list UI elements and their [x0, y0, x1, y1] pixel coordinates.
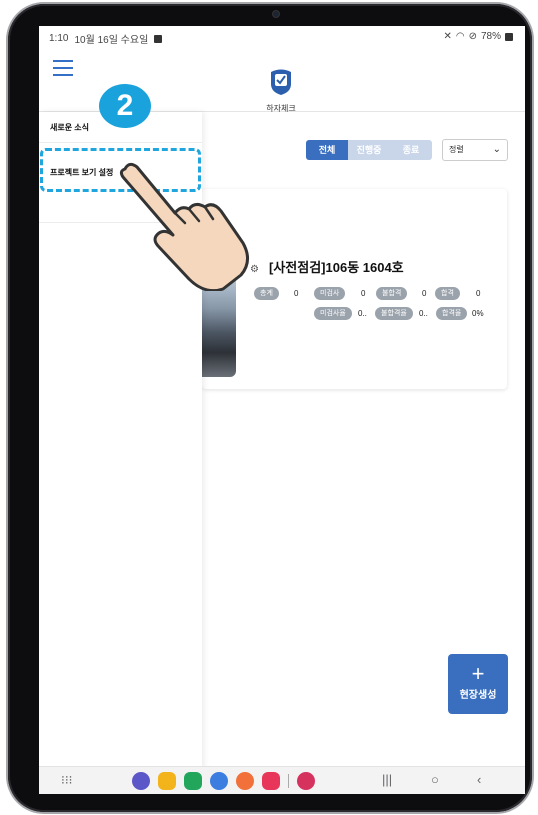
- status-date: 10월 16일 수요일: [74, 35, 149, 46]
- create-site-label: 현장생성: [459, 690, 497, 701]
- files-app-icon[interactable]: [158, 772, 176, 790]
- stat-chip-pass-rate: 합격율: [436, 307, 468, 320]
- stat-value-pass-rate: 0%: [472, 309, 484, 318]
- status-bar: 1:10 10월 16일 수요일 ✕ ◠ ⊘ 78%: [39, 26, 525, 46]
- battery-icon: [505, 32, 513, 41]
- stat-value-failed: 0: [422, 289, 427, 298]
- create-site-button[interactable]: + 현장생성: [448, 654, 508, 714]
- stat-value-total: 0: [294, 289, 299, 298]
- menu-icon[interactable]: [53, 60, 73, 76]
- stat-chip-uninspected: 미검사: [314, 287, 346, 300]
- sort-value: 정렬: [449, 145, 464, 154]
- recents-icon[interactable]: |||: [382, 772, 392, 787]
- messages-app-icon[interactable]: [210, 772, 228, 790]
- stat-value-passed: 0: [476, 289, 481, 298]
- plus-icon: +: [471, 661, 485, 686]
- gallery-app-icon[interactable]: [297, 772, 315, 790]
- stat-chip-failed: 불합격: [376, 287, 408, 300]
- stat-value-uninspected-rate: 0..: [358, 309, 367, 318]
- drawer-divider: [39, 142, 202, 143]
- project-title: [사전점검]106동 1604호: [269, 260, 404, 275]
- contacts-app-icon[interactable]: [236, 772, 254, 790]
- tab-closed[interactable]: 종료: [390, 140, 432, 160]
- screen: 1:10 10월 16일 수요일 ✕ ◠ ⊘ 78% 하자체크 전체 진행중 종…: [39, 26, 525, 794]
- stat-value-uninspected: 0: [361, 289, 366, 298]
- stat-chip-uninspected-rate: 미검사율: [314, 307, 352, 320]
- battery-level: 78%: [480, 31, 501, 42]
- home-icon[interactable]: ○: [431, 772, 439, 787]
- system-nav-bar: ⁝⁝⁝ ||| ○ ‹: [39, 766, 525, 794]
- chevron-down-icon: ⌄: [492, 144, 501, 155]
- checkbox-shield-icon: [271, 69, 291, 95]
- app-drawer-icon[interactable]: ⁝⁝⁝: [61, 773, 72, 787]
- app-logo: 하자체크: [261, 68, 301, 114]
- mute-icon: ✕: [443, 31, 452, 42]
- internet-app-icon[interactable]: [132, 772, 150, 790]
- phone-app-icon[interactable]: [184, 772, 202, 790]
- stat-chip-fail-rate: 불합격율: [375, 307, 413, 320]
- front-camera: [272, 10, 280, 18]
- back-icon[interactable]: ‹: [477, 772, 481, 787]
- tablet-frame: 1:10 10월 16일 수요일 ✕ ◠ ⊘ 78% 하자체크 전체 진행중 종…: [8, 4, 532, 812]
- status-time: 1:10: [49, 33, 69, 44]
- sort-select[interactable]: 정렬 ⌄: [442, 139, 508, 161]
- step-number-badge: 2: [99, 84, 151, 128]
- tab-in-progress[interactable]: 진행중: [348, 140, 390, 160]
- pointing-hand-icon: [119, 162, 249, 291]
- status-filter-tabs: 전체 진행중 종료: [306, 140, 432, 160]
- dock-separator: [288, 774, 289, 788]
- stat-value-fail-rate: 0..: [419, 309, 428, 318]
- app-name: 하자체크: [266, 104, 296, 113]
- camera-app-icon[interactable]: [262, 772, 280, 790]
- notification-icon: [154, 34, 163, 43]
- menu-item-news[interactable]: 새로운 소식: [50, 122, 89, 133]
- wifi-icon: ◠: [455, 31, 465, 42]
- tab-all[interactable]: 전체: [306, 140, 348, 160]
- stat-chip-passed: 합격: [435, 287, 460, 300]
- app-dock: [132, 772, 315, 790]
- dnd-icon: ⊘: [468, 31, 477, 42]
- project-photo: [202, 279, 236, 377]
